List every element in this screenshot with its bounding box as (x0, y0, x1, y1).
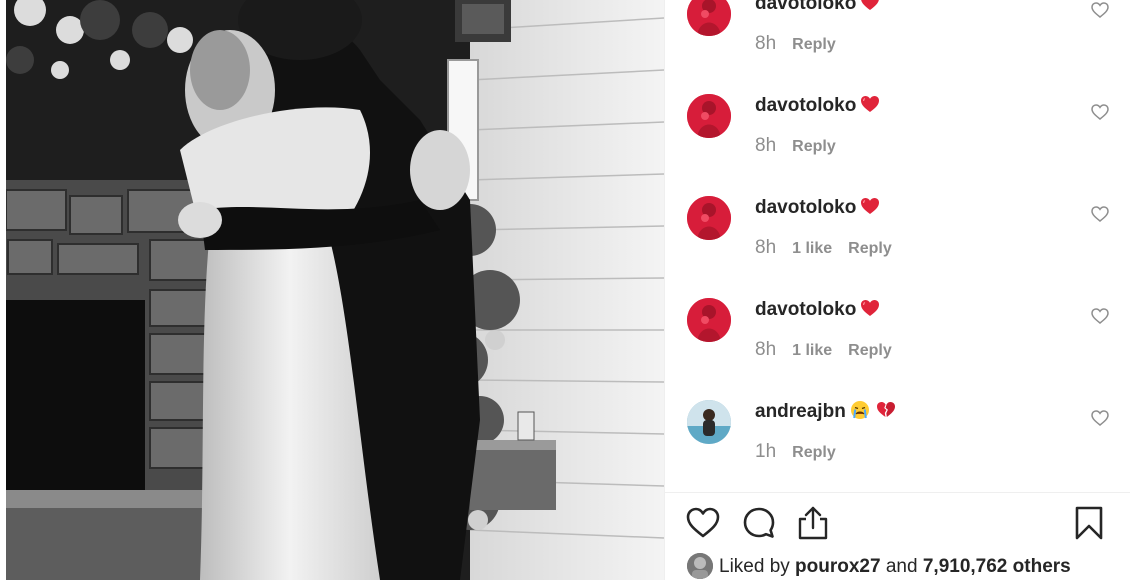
comment-timestamp[interactable]: 8h (755, 33, 776, 54)
comment-text (850, 401, 902, 422)
comment-heart-icon[interactable] (1090, 0, 1110, 20)
comment-meta: 8h Reply (755, 136, 836, 157)
comment-heart-icon[interactable] (1090, 102, 1110, 122)
comment-username[interactable]: davotoloko (755, 196, 886, 222)
comment-avatar[interactable] (687, 298, 731, 342)
post-sidebar: davotoloko 8h Reply davotoloko 8h Reply davoto… (664, 0, 1130, 580)
comment-meta: 8h Reply (755, 34, 836, 55)
comment-timestamp[interactable]: 8h (755, 339, 776, 360)
red-heart-icon (860, 196, 880, 222)
comment-timestamp[interactable]: 8h (755, 135, 776, 156)
comment-username[interactable]: andreajbn (755, 400, 902, 426)
crying-face-icon (850, 400, 870, 426)
heart-outline-icon[interactable] (685, 505, 725, 545)
comment-heart-icon[interactable] (1090, 306, 1110, 326)
red-heart-icon (860, 0, 880, 18)
comment-username[interactable]: davotoloko (755, 94, 886, 120)
comment-username[interactable]: davotoloko (755, 298, 886, 324)
comment-avatar[interactable] (687, 0, 731, 36)
comments-list[interactable]: davotoloko 8h Reply davotoloko 8h Reply davoto… (665, 0, 1130, 492)
comment-avatar[interactable] (687, 94, 731, 138)
reply-button[interactable]: Reply (848, 240, 892, 257)
comment-meta: 8h 1 like Reply (755, 238, 892, 259)
comment-username-text[interactable]: davotoloko (755, 95, 856, 116)
comment-item: davotoloko 8h 1 like Reply (665, 196, 1130, 298)
comment-timestamp[interactable]: 1h (755, 441, 776, 462)
comment-bubble-icon[interactable] (741, 505, 781, 545)
liked-by-avatar[interactable] (687, 553, 713, 579)
red-heart-icon (860, 298, 880, 324)
instagram-post-view: davotoloko 8h Reply davotoloko 8h Reply davoto… (0, 0, 1130, 580)
comment-item: davotoloko 8h Reply (665, 0, 1130, 94)
comment-item: davotoloko 8h 1 like Reply (665, 298, 1130, 400)
liked-by-summary: Liked by pourox27 and 7,910,762 others (687, 553, 1127, 580)
comment-like-count[interactable]: 1 like (792, 342, 832, 359)
comment-heart-icon[interactable] (1090, 408, 1110, 428)
liked-by-count-link[interactable]: 7,910,762 others (923, 556, 1071, 577)
comment-avatar[interactable] (687, 196, 731, 240)
bookmark-icon[interactable] (1071, 505, 1111, 545)
post-photo[interactable] (0, 0, 664, 580)
liked-by-middle: and (880, 556, 923, 577)
liked-by-user-link[interactable]: pourox27 (795, 556, 881, 577)
post-actions-bar (665, 505, 1130, 549)
reply-button[interactable]: Reply (792, 444, 836, 461)
comment-text (860, 197, 886, 218)
share-upload-icon[interactable] (795, 505, 835, 545)
reply-button[interactable]: Reply (792, 36, 836, 53)
comment-heart-icon[interactable] (1090, 204, 1110, 224)
broken-heart-icon (876, 400, 896, 426)
comment-timestamp[interactable]: 8h (755, 237, 776, 258)
comment-avatar[interactable] (687, 400, 731, 444)
post-photo-image (0, 0, 664, 580)
comment-username-text[interactable]: davotoloko (755, 299, 856, 320)
comment-username-text[interactable]: davotoloko (755, 0, 856, 14)
comment-item: davotoloko 8h Reply (665, 94, 1130, 196)
comment-text (860, 95, 886, 116)
liked-by-prefix: Liked by (719, 556, 796, 577)
red-heart-icon (860, 94, 880, 120)
comment-username-text[interactable]: davotoloko (755, 197, 856, 218)
actions-divider (665, 492, 1130, 493)
comment-item: andreajbn 1h Reply (665, 400, 1130, 492)
comment-like-count[interactable]: 1 like (792, 240, 832, 257)
comment-text (860, 0, 886, 14)
comment-meta: 8h 1 like Reply (755, 340, 892, 361)
comment-username[interactable]: davotoloko (755, 0, 886, 18)
comment-meta: 1h Reply (755, 442, 836, 463)
comment-text (860, 299, 886, 320)
reply-button[interactable]: Reply (848, 342, 892, 359)
comment-username-text[interactable]: andreajbn (755, 401, 846, 422)
reply-button[interactable]: Reply (792, 138, 836, 155)
